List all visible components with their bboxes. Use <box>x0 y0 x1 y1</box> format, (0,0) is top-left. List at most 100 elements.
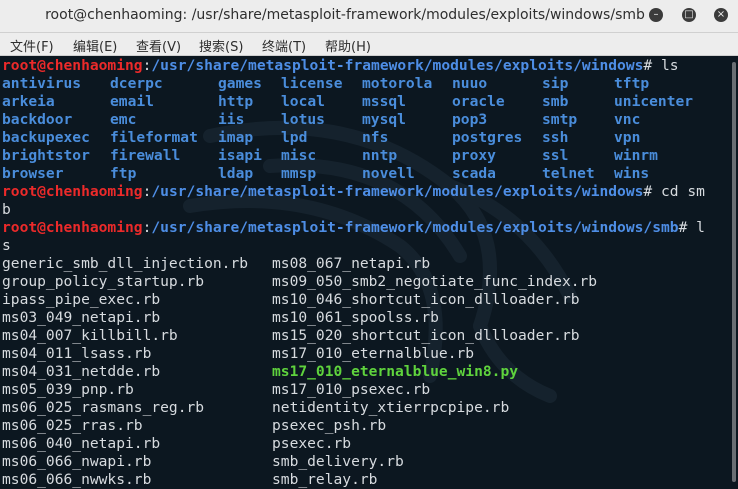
file-entry: ms03_049_netapi.rb <box>2 309 161 326</box>
directory-entry: lotus <box>281 111 325 128</box>
directory-entry: http <box>218 93 254 110</box>
directory-entry: misc <box>281 147 317 164</box>
ls-row: ipass_pipe_exec.rb ms10_046_shortcut_icon… <box>2 291 730 309</box>
ls-row: ms06_040_netapi.rb psexec.rb <box>2 435 730 453</box>
file-entry: ms06_025_rras.rb <box>2 417 143 434</box>
directory-entry: fileformat <box>110 129 198 146</box>
ls-row: arkeia email http local mssql oracle smb unicen… <box>2 93 730 111</box>
directory-entry: ldap <box>218 165 254 182</box>
window-title: root@chenhaoming: /usr/share/metasploit-… <box>45 7 645 23</box>
directory-entry: mssql <box>362 93 406 110</box>
terminal-area[interactable]: root@chenhaoming:/usr/share/metasploit-f… <box>0 56 730 489</box>
close-button[interactable]: × <box>714 8 728 22</box>
directory-entry: tftp <box>614 75 650 92</box>
prompt-line: root@chenhaoming:/usr/share/metasploit-f… <box>2 219 705 236</box>
directory-entry: vnc <box>614 111 641 128</box>
directory-entry: proxy <box>452 147 496 164</box>
scrollbar-thumb[interactable] <box>732 62 736 482</box>
ls-row: ms04_007_killbill.rb ms15_020_shortcut_ic… <box>2 327 730 345</box>
ls-row: ms06_066_nwwks.rb smb_relay.rb <box>2 471 730 489</box>
menu-search[interactable]: 搜索(S) <box>199 36 243 55</box>
prompt-command: # ls <box>643 57 679 74</box>
file-entry: psexec_psh.rb <box>272 417 387 434</box>
directory-entry: emc <box>110 111 137 128</box>
prompt-path: /usr/share/metasploit-framework/modules/… <box>151 57 644 74</box>
prompt-command: # cd sm <box>643 183 705 200</box>
directory-entry: antivirus <box>2 75 82 92</box>
directory-entry: email <box>110 93 154 110</box>
directory-entry: backupexec <box>2 129 90 146</box>
directory-entry: pop3 <box>452 111 488 128</box>
directory-entry: imap <box>218 129 254 146</box>
directory-entry: mysql <box>362 111 406 128</box>
file-entry: generic_smb_dll_injection.rb <box>2 255 249 272</box>
directory-entry: brightstor <box>2 147 90 164</box>
ls-row: group_policy_startup.rb ms09_050_smb2_neg… <box>2 273 730 291</box>
prompt-line: root@chenhaoming:/usr/share/metasploit-f… <box>2 183 705 200</box>
prompt-user: root@chenhaoming <box>2 219 143 236</box>
file-entry: ms06_066_nwwks.rb <box>2 471 152 488</box>
menu-edit[interactable]: 编辑(E) <box>73 36 117 55</box>
directory-entry: nfs <box>362 129 389 146</box>
file-entry: ms09_050_smb2_negotiate_func_index.rb <box>272 273 598 290</box>
directory-entry: games <box>218 75 262 92</box>
directory-entry: postgres <box>452 129 523 146</box>
menu-bar: 文件(F) 编辑(E) 查看(V) 搜索(S) 终端(T) 帮助(H) <box>0 33 738 56</box>
directory-entry: iis <box>218 111 245 128</box>
prompt-path: /usr/share/metasploit-framework/modules/… <box>151 219 679 236</box>
file-entry: ms17_010_psexec.rb <box>272 381 431 398</box>
directory-entry: telnet <box>542 165 595 182</box>
prompt-user: root@chenhaoming <box>2 57 143 74</box>
menu-view[interactable]: 查看(V) <box>136 36 181 55</box>
title-bar[interactable]: root@chenhaoming: /usr/share/metasploit-… <box>0 0 738 33</box>
ls-row: antivirus dcerpc games license motorola nuuo s… <box>2 75 730 93</box>
prompt-line: root@chenhaoming:/usr/share/metasploit-f… <box>2 57 679 74</box>
ls-row: ms06_025_rasmans_reg.rb netidentity_xtier… <box>2 399 730 417</box>
ls-row: ms05_039_pnp.rb ms17_010_psexec.rb <box>2 381 730 399</box>
file-entry: netidentity_xtierrpcpipe.rb <box>272 399 510 416</box>
directory-entry: smb <box>542 93 569 110</box>
file-entry: ms05_039_pnp.rb <box>2 381 134 398</box>
file-entry: ms10_046_shortcut_icon_dllloader.rb <box>272 291 580 308</box>
directory-entry: nuuo <box>452 75 488 92</box>
directory-entry: local <box>281 93 325 110</box>
ls-row: ms06_025_rras.rb psexec_psh.rb <box>2 417 730 435</box>
file-entry: psexec.rb <box>272 435 352 452</box>
wrapped-command: s <box>2 237 11 254</box>
directory-entry: oracle <box>452 93 505 110</box>
scrollbar[interactable] <box>730 56 738 489</box>
directory-entry: scada <box>452 165 496 182</box>
maximize-button[interactable]: □ <box>682 8 696 22</box>
file-entry: ms17_010_eternalblue.rb <box>272 345 475 362</box>
minimize-button[interactable]: – <box>649 8 663 22</box>
ls-row: ms04_011_lsass.rb ms17_010_eternalblue.rb <box>2 345 730 363</box>
directory-entry: license <box>281 75 343 92</box>
ls-row: ms04_031_netdde.rb ms17_010_eternalblue_w… <box>2 363 730 381</box>
directory-entry: winrm <box>614 147 658 164</box>
directory-entry: lpd <box>281 129 308 146</box>
directory-entry: isapi <box>218 147 262 164</box>
file-entry: ms15_020_shortcut_icon_dllloader.rb <box>272 327 580 344</box>
file-entry: ms08_067_netapi.rb <box>272 255 431 272</box>
directory-entry: dcerpc <box>110 75 163 92</box>
directory-entry: wins <box>614 165 650 182</box>
directory-entry: vpn <box>614 129 641 146</box>
file-entry: ipass_pipe_exec.rb <box>2 291 161 308</box>
menu-terminal[interactable]: 终端(T) <box>262 36 306 55</box>
file-entry: ms06_040_netapi.rb <box>2 435 161 452</box>
directory-entry: novell <box>362 165 415 182</box>
file-entry: ms04_011_lsass.rb <box>2 345 152 362</box>
directory-entry: backdoor <box>2 111 73 128</box>
file-entry: ms06_066_nwapi.rb <box>2 453 152 470</box>
menu-help[interactable]: 帮助(H) <box>325 36 371 55</box>
menu-file[interactable]: 文件(F) <box>10 36 54 55</box>
file-entry: group_policy_startup.rb <box>2 273 205 290</box>
directory-entry: unicenter <box>614 93 694 110</box>
file-entry: smb_relay.rb <box>272 471 378 488</box>
directory-entry: motorola <box>362 75 433 92</box>
directory-entry: smtp <box>542 111 578 128</box>
file-entry: ms10_061_spoolss.rb <box>272 309 439 326</box>
file-entry: ms06_025_rasmans_reg.rb <box>2 399 205 416</box>
directory-entry: mmsp <box>281 165 317 182</box>
directory-entry: sip <box>542 75 569 92</box>
